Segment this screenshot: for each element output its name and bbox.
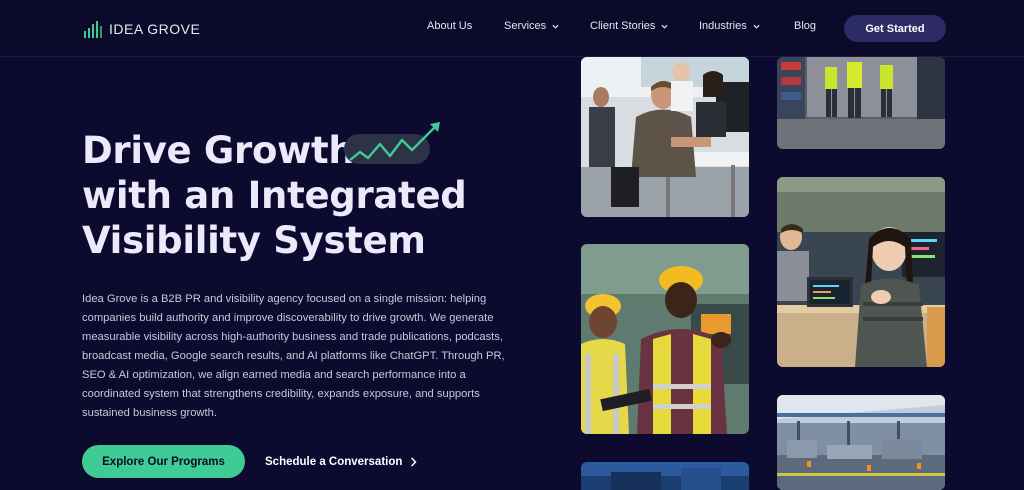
hero-title: Drive Growth with an Integrated Visibili… [82, 128, 552, 263]
nav-label: Industries [699, 20, 747, 32]
nav-about-us[interactable]: About Us [427, 20, 472, 32]
chevron-down-icon [753, 24, 760, 29]
trend-up-arrow-icon [349, 122, 440, 161]
nav-services[interactable]: Services [504, 20, 559, 32]
chevron-down-icon [552, 24, 559, 29]
schedule-conversation-label: Schedule a Conversation [265, 456, 403, 468]
site-header: IDEA GROVE About Us Services Client Stor… [0, 0, 1024, 57]
hero-title-line: Drive Growth [82, 129, 355, 172]
nav-label: About Us [427, 20, 473, 32]
site-logo[interactable]: IDEA GROVE [84, 19, 200, 39]
nav-label: Blog [794, 20, 817, 32]
manufacturing-floor-photo [777, 395, 945, 490]
office-workers-photo [581, 57, 749, 217]
hero-title-line: Visibility System [82, 219, 426, 262]
explore-programs-button[interactable]: Explore Our Programs [82, 445, 245, 478]
schedule-conversation-link[interactable]: Schedule a Conversation [265, 454, 417, 470]
blue-photo-bottom [581, 462, 749, 490]
nav-label: Services [504, 20, 547, 32]
factory-engineers-photo [581, 244, 749, 434]
get-started-button[interactable]: Get Started [844, 15, 946, 42]
chevron-down-icon [661, 24, 668, 29]
logo-text: IDEA GROVE [109, 21, 201, 37]
logo-bars-icon [84, 21, 102, 38]
developer-laptop-photo [777, 177, 945, 367]
hero-description: Idea Grove is a B2B PR and visibility ag… [82, 293, 505, 419]
nav-industries[interactable]: Industries [699, 20, 760, 32]
nav-client-stories[interactable]: Client Stories [590, 20, 668, 32]
nav-label: Client Stories [590, 20, 656, 32]
nav-blog[interactable]: Blog [794, 20, 816, 32]
hero-title-line: with an Integrated [82, 174, 467, 217]
growth-trend-badge [344, 122, 440, 164]
warehouse-workers-photo [777, 57, 945, 149]
page: IDEA GROVE About Us Services Client Stor… [0, 0, 1024, 490]
chevron-right-icon [411, 457, 417, 467]
